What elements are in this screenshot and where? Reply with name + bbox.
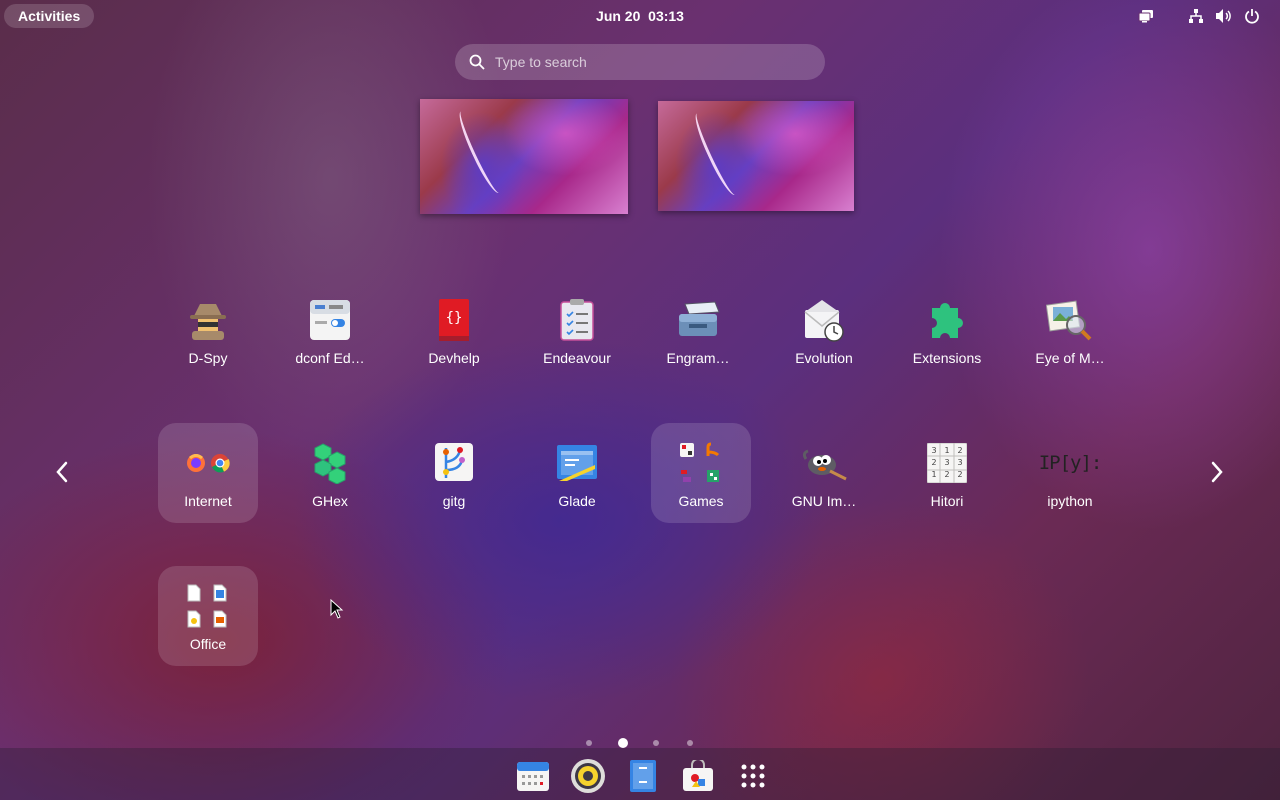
folder-office[interactable]: Office [158,566,258,666]
ipython-logo-text: IP[y]: [1038,452,1103,474]
ghex-icon [306,439,354,487]
previous-page-button[interactable] [48,458,76,486]
app-endeavour[interactable]: Endeavour [527,280,627,380]
image-viewer-icon [1046,296,1094,344]
app-engrampa[interactable]: Engram… [648,280,748,380]
page-dot-active[interactable] [618,738,628,748]
gimp-icon [800,439,848,487]
software-icon[interactable] [680,758,716,794]
office-folder-icon [184,582,232,630]
workspace-thumbnail-2[interactable] [658,101,854,211]
svg-text:3: 3 [931,446,936,455]
puzzle-icon [923,296,971,344]
app-label: Evolution [795,350,853,366]
draw-icon [184,609,204,629]
clock-label[interactable]: Jun 20 03:13 [596,8,684,24]
app-grid-icon[interactable] [735,758,771,794]
mouse-cursor [330,598,344,623]
writer-icon [210,583,230,603]
ipython-icon: IP[y]: [1038,439,1103,487]
chevron-right-icon [1211,461,1223,483]
app-label: Endeavour [543,350,611,366]
internet-folder-icon [184,439,232,487]
power-icon[interactable] [1238,4,1266,28]
page-dot[interactable] [687,740,693,746]
app-glade[interactable]: Glade [527,423,627,523]
app-dconf-editor[interactable]: dconf Ed… [280,280,380,380]
game-icon [677,466,697,486]
app-label: D-Spy [188,350,228,366]
app-gimp[interactable]: GNU Im… [774,423,874,523]
system-tray[interactable] [1132,4,1266,28]
app-label: Extensions [912,350,982,366]
folder-internet[interactable]: Internet [158,423,258,523]
app-extensions[interactable]: Extensions [897,280,997,380]
svg-text:3: 3 [957,458,962,467]
next-page-button[interactable] [1203,458,1231,486]
spy-icon [184,296,232,344]
app-ipython[interactable]: IP[y]: ipython [1020,423,1120,523]
svg-text:3: 3 [944,458,949,467]
search-input[interactable] [495,54,795,70]
app-ghex[interactable]: GHex [280,423,380,523]
workspace-thumbnail-1[interactable] [420,99,628,214]
app-label: Games [678,493,724,509]
clipboard-icon [553,296,601,344]
page-dot[interactable] [586,740,592,746]
page-dot[interactable] [653,740,659,746]
files-icon[interactable] [625,758,661,794]
app-evolution[interactable]: Evolution [774,280,874,380]
app-devhelp[interactable]: {} Devhelp [404,280,504,380]
search-icon [469,54,485,70]
game-icon [703,440,723,460]
svg-text:{}: {} [446,310,463,326]
calendar-icon[interactable] [515,758,551,794]
svg-text:1: 1 [931,470,936,479]
app-label: Eye of M… [1035,350,1105,366]
network-icon[interactable] [1182,4,1210,28]
document-icon [184,583,204,603]
volume-icon[interactable] [1210,4,1238,28]
app-hitori[interactable]: 312233122 Hitori [897,423,997,523]
app-label: GHex [312,493,348,509]
impress-icon [210,609,230,629]
devhelp-icon: {} [430,296,478,344]
app-eye-of-mate[interactable]: Eye of M… [1020,280,1120,380]
app-label: GNU Im… [791,493,857,509]
svg-text:2: 2 [944,470,949,479]
folder-games[interactable]: Games [651,423,751,523]
app-label: Office [189,636,227,652]
page-indicator [580,738,700,748]
evolution-icon [800,296,848,344]
app-label: Engram… [666,350,730,366]
game-icon [703,466,723,486]
firefox-icon [187,454,205,472]
app-label: Hitori [930,493,964,509]
svg-text:2: 2 [957,470,962,479]
svg-text:2: 2 [931,458,936,467]
gitg-icon [430,439,478,487]
activities-button[interactable]: Activities [4,4,95,28]
games-folder-icon [677,439,725,487]
dconf-icon [306,296,354,344]
app-d-spy[interactable]: D-Spy [158,280,258,380]
app-label: gitg [442,493,466,509]
app-label: Glade [558,493,596,509]
display-icon[interactable] [1132,4,1160,28]
app-label: ipython [1047,493,1093,509]
game-icon [677,440,697,460]
svg-text:2: 2 [957,446,962,455]
glade-icon [553,439,601,487]
search-bar[interactable] [455,44,825,80]
hitori-icon: 312233122 [923,439,971,487]
app-label: Internet [184,493,232,509]
app-gitg[interactable]: gitg [404,423,504,523]
svg-text:1: 1 [944,446,949,455]
app-label: Devhelp [428,350,480,366]
app-label: dconf Ed… [295,350,365,366]
engrampa-icon [674,296,722,344]
chrome-icon [211,454,230,473]
rhythmbox-icon[interactable] [570,758,606,794]
chevron-left-icon [56,461,68,483]
